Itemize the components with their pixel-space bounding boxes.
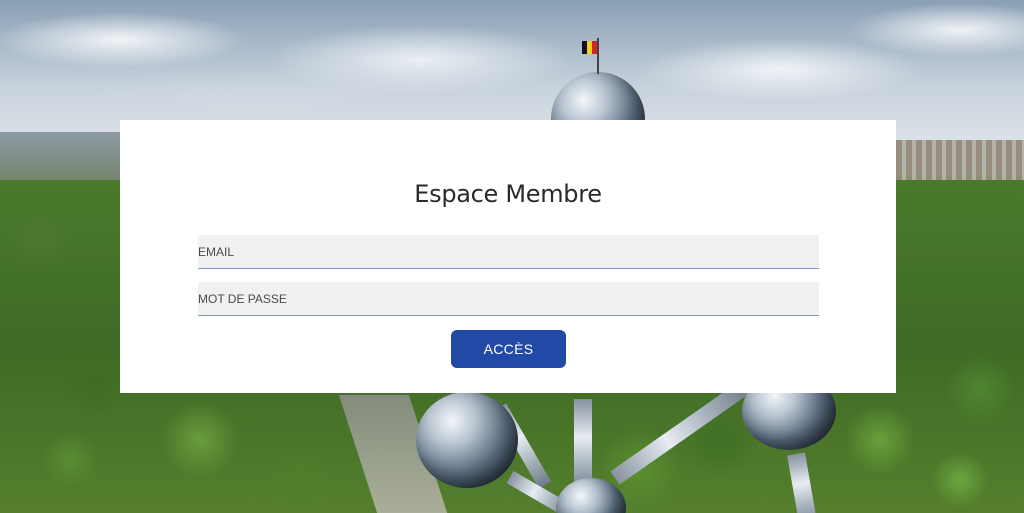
belgian-flag-icon [582, 41, 597, 54]
flag-stripe-red [592, 41, 597, 54]
atomium-sphere-left [416, 392, 518, 488]
password-field[interactable] [198, 282, 819, 316]
submit-button[interactable]: ACCÈS [451, 330, 566, 368]
page: Espace Membre ACCÈS [0, 0, 1024, 513]
flagpole [597, 38, 599, 74]
email-field[interactable] [198, 235, 819, 269]
page-title: Espace Membre [414, 180, 602, 208]
